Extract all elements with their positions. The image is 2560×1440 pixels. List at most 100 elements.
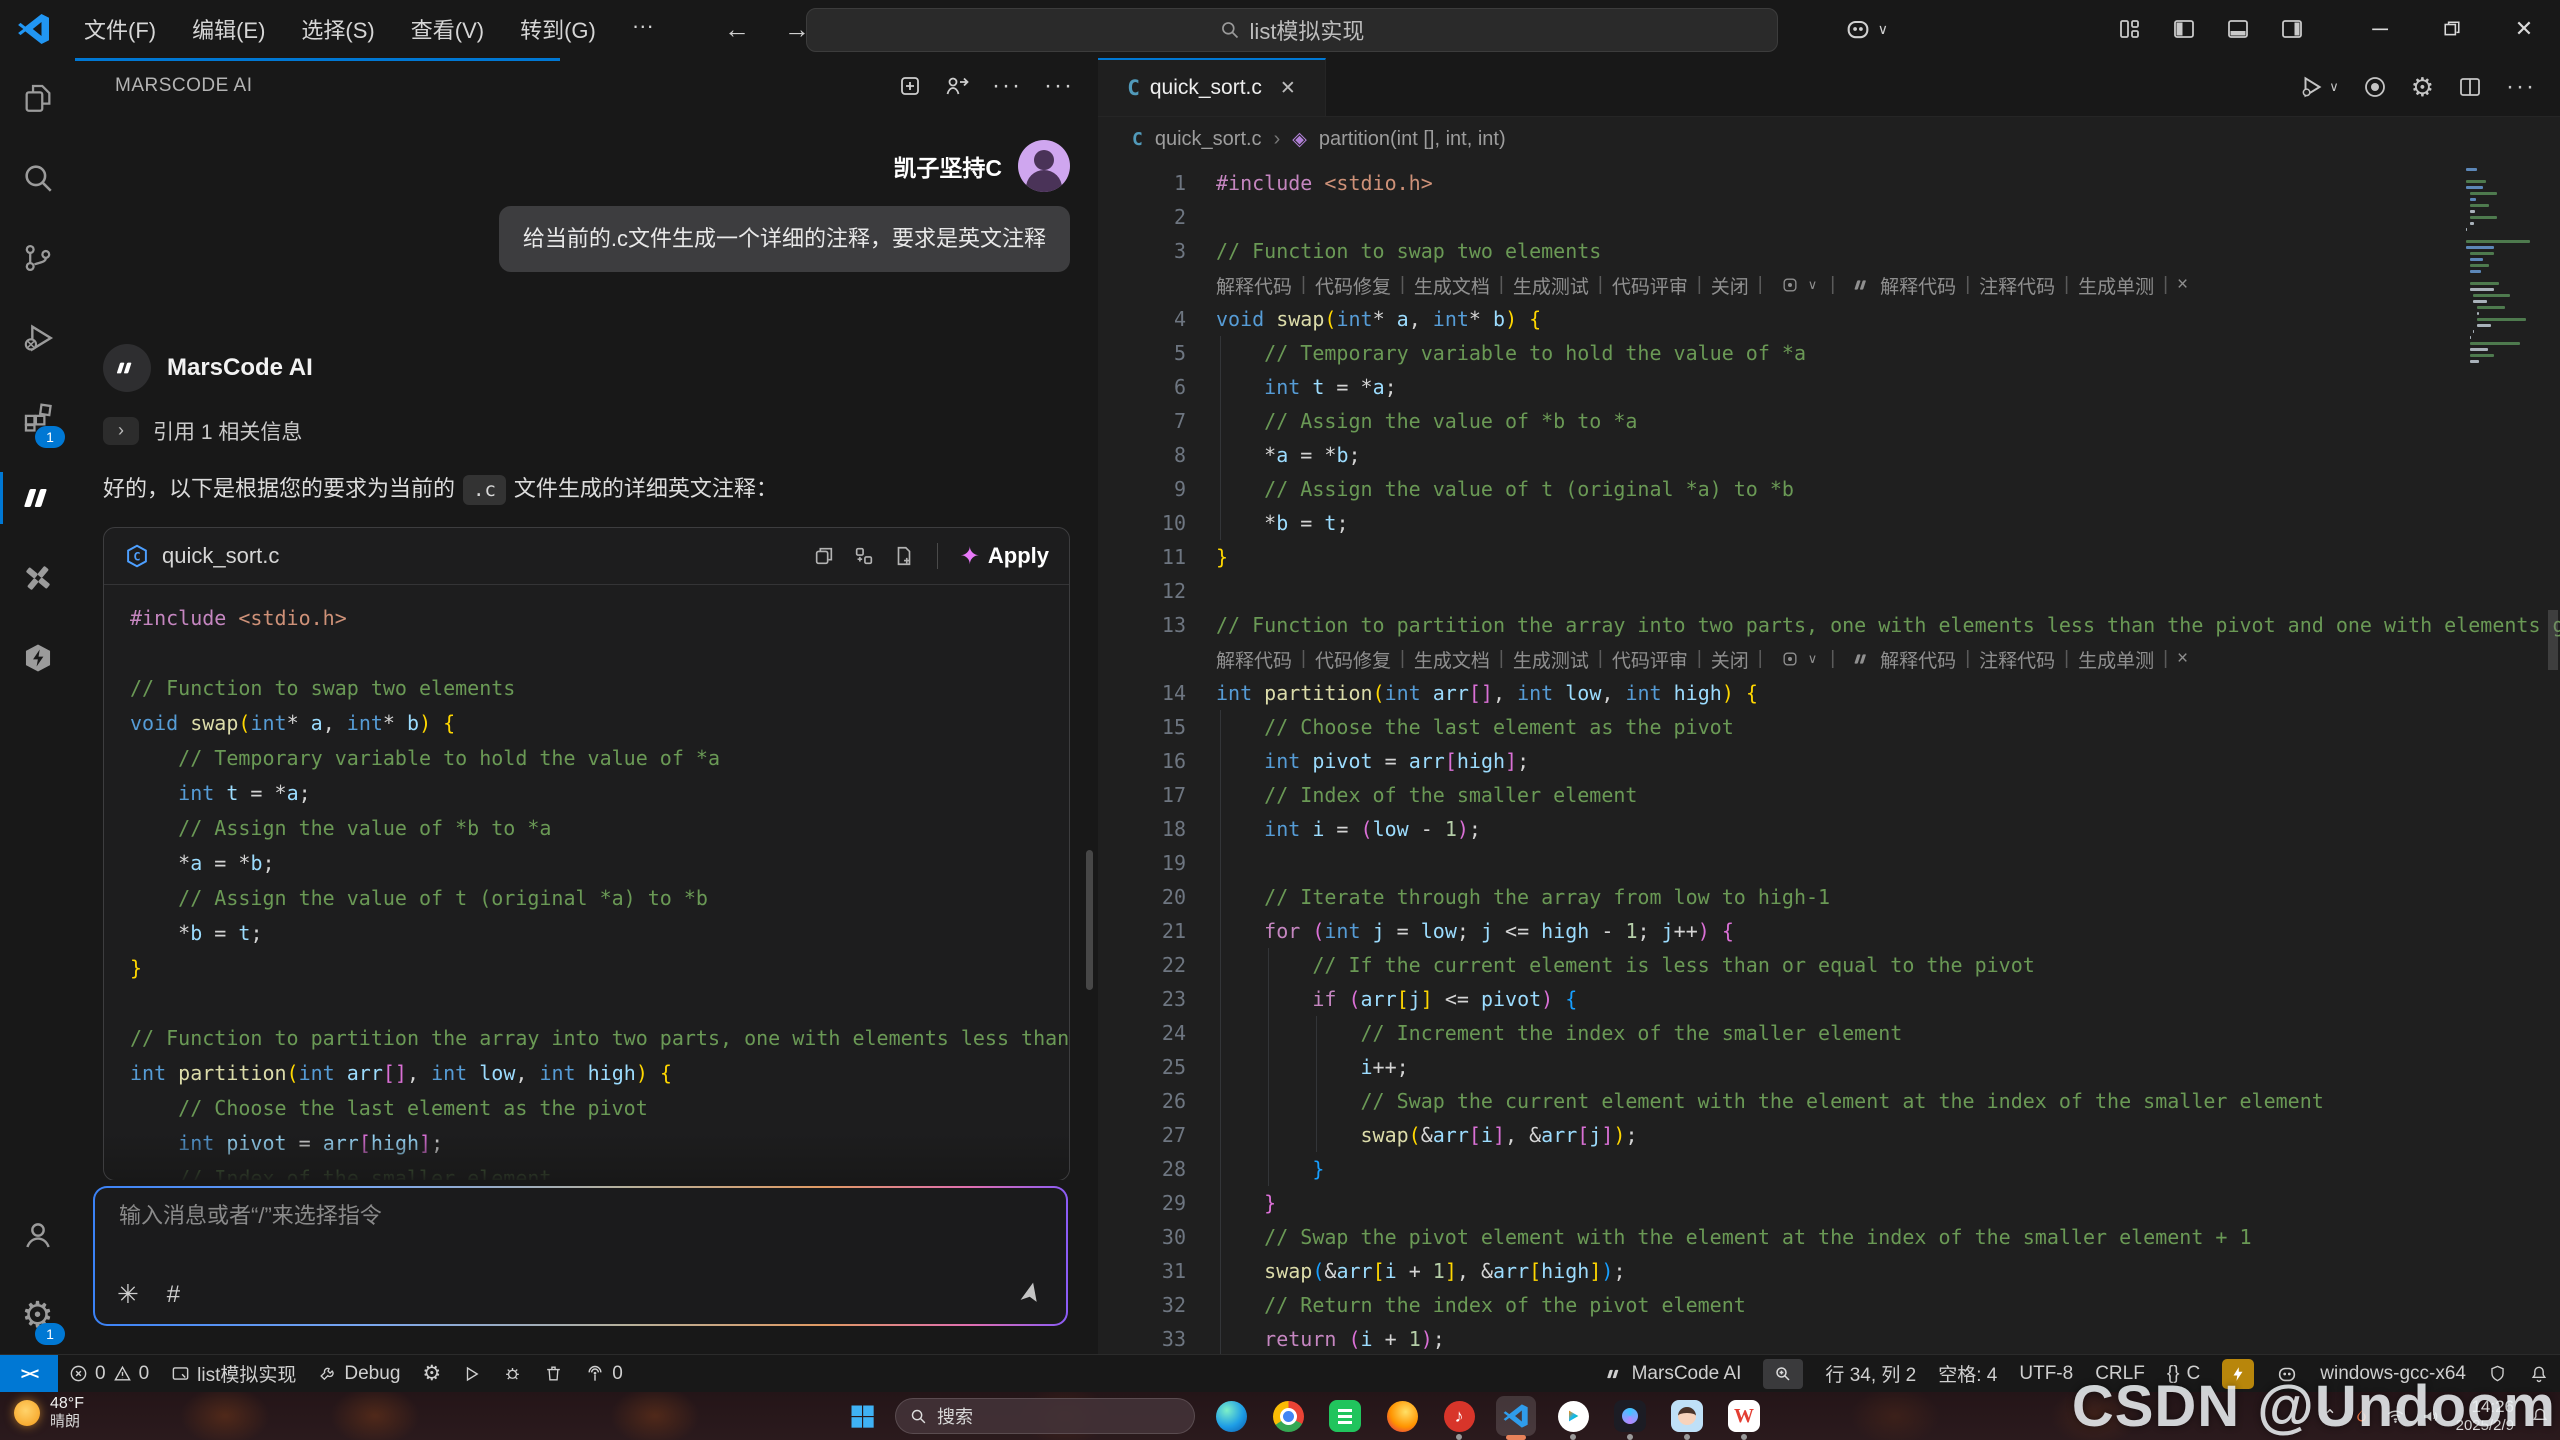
chevron-down-icon[interactable]: ∨ [1808,277,1818,293]
copy-icon[interactable] [813,545,835,567]
menu-item-5[interactable]: ··· [618,9,668,49]
apply-button[interactable]: ✦ Apply [960,542,1049,571]
activity-item-extensions[interactable]: 1 [0,378,75,458]
app-iqiyi[interactable] [1325,1396,1365,1436]
more-actions-icon[interactable]: ··· [992,72,1022,100]
toggle-secondary-sidebar-icon[interactable] [2280,17,2304,41]
minimize-button[interactable]: ─ [2344,0,2416,58]
menu-item-3[interactable]: 查看(V) [397,9,498,49]
codelens-link[interactable]: × [2177,648,2188,670]
app-wps[interactable]: W [1724,1396,1764,1436]
breadcrumb-symbol[interactable]: partition(int [], int, int) [1319,128,1506,151]
codelens-link[interactable]: 解释代码 [1216,272,1292,299]
codelens-link[interactable]: × [2177,274,2188,296]
indentation-status[interactable]: 空格: 4 [1927,1355,2008,1392]
codelens-link[interactable]: 代码评审 [1612,272,1688,299]
codelens-link[interactable]: 注释代码 [1979,272,2055,299]
reference-row[interactable]: › 引用 1 相关信息 [103,416,1070,446]
chevron-down-icon[interactable]: ∨ [1808,651,1818,667]
codelens-link[interactable]: 解释代码 [1216,646,1292,673]
split-editor-icon[interactable] [2458,75,2482,99]
menu-item-4[interactable]: 转到(G) [506,9,610,49]
tray-wifi-icon[interactable] [2386,1407,2405,1426]
notifications-bell-icon[interactable] [2518,1355,2560,1392]
tray-volume-icon[interactable] [2421,1407,2440,1426]
ports-status[interactable]: 0 [574,1355,634,1392]
language-status[interactable]: {} C [2156,1355,2211,1392]
share-chat-icon[interactable] [944,74,970,98]
shield-status-icon[interactable] [2477,1355,2518,1392]
activity-item-account[interactable] [0,1195,75,1275]
new-file-icon[interactable] [893,545,915,567]
tab-close-icon[interactable]: ✕ [1280,77,1296,100]
taskbar-weather[interactable]: 48°F 晴朗 [14,1395,84,1431]
app-avatar[interactable] [1667,1396,1707,1436]
app-netease-music[interactable]: ♪ [1439,1396,1479,1436]
bug-status-icon[interactable] [492,1355,533,1392]
codelens-link[interactable]: 代码评审 [1612,646,1688,673]
codelens-link[interactable]: 生成测试 [1513,272,1589,299]
context-hash-icon[interactable]: # [167,1281,180,1309]
problems-status[interactable]: 0 0 [58,1355,160,1392]
codelens-link[interactable]: 解释代码 [1880,646,1956,673]
copilot-menu[interactable]: ∨ [1844,15,1888,43]
codelens-link[interactable]: 关闭 [1711,646,1749,673]
cursor-position[interactable]: 行 34, 列 2 [1814,1355,1927,1392]
activity-item-search[interactable] [0,138,75,218]
app-tencent-video[interactable] [1553,1396,1593,1436]
codelens-link[interactable]: 生成测试 [1513,646,1589,673]
panel-more-icon[interactable]: ··· [1044,72,1074,100]
tray-bell-icon[interactable] [2530,1406,2550,1426]
tray-flame-icon[interactable] [2353,1408,2370,1425]
breadcrumb-file[interactable]: quick_sort.c [1155,128,1262,151]
codelens-link[interactable]: 解释代码 [1880,272,1956,299]
restore-button[interactable] [2416,0,2488,58]
activity-item-debug[interactable] [0,298,75,378]
codelens-link[interactable]: 生成单测 [2078,272,2154,299]
app-chrome[interactable] [1268,1396,1308,1436]
codelens-link[interactable]: 生成单测 [2078,646,2154,673]
robot-status-icon[interactable] [2265,1355,2309,1392]
start-button[interactable] [845,1399,879,1433]
settings-gear-icon[interactable]: ⚙ [2411,72,2434,103]
app-vscode-active[interactable] [1496,1396,1536,1436]
app-dark-tool[interactable] [1610,1396,1650,1436]
activity-item-settings[interactable]: ⚙1 [0,1275,75,1355]
minimap[interactable] [2466,168,2540,366]
app-edge[interactable] [1211,1396,1251,1436]
activity-item-hexbolt[interactable] [0,618,75,698]
codelens-link[interactable]: 生成文档 [1414,272,1490,299]
activity-item-scm[interactable] [0,218,75,298]
activity-item-marscode[interactable] [0,458,75,538]
tray-chevron-up-icon[interactable]: ⌃ [2323,1406,2336,1426]
insert-code-icon[interactable] [853,545,875,567]
activity-item-explorer[interactable] [0,58,75,138]
codelens-link[interactable]: 关闭 [1711,272,1749,299]
toggle-panel-icon[interactable] [2226,17,2250,41]
run-debug-button[interactable]: ∨ [2299,74,2339,100]
send-icon[interactable] [1016,1282,1042,1308]
codelens-link[interactable]: 生成文档 [1414,646,1490,673]
zoom-status[interactable] [1752,1355,1814,1392]
run-status-icon[interactable] [452,1355,492,1392]
back-icon[interactable]: ← [724,14,750,45]
marscode-status[interactable]: MarsCode AI [1594,1355,1753,1392]
breadcrumb[interactable]: C quick_sort.c › ◈ partition(int [], int… [1098,117,2560,161]
chat-scrollbar[interactable] [1086,850,1093,990]
encoding-status[interactable]: UTF-8 [2008,1355,2084,1392]
platform-status[interactable]: windows-gcc-x64 [2309,1355,2477,1392]
customize-layout-icon[interactable] [2118,17,2142,41]
remote-indicator[interactable]: >< [0,1355,58,1392]
extension-logo-icon[interactable] [2363,75,2387,99]
toggle-sidebar-icon[interactable] [2172,17,2196,41]
chat-input[interactable] [117,1202,1044,1230]
tray-clock[interactable]: 14:26 2025/2/9 [2456,1397,2514,1435]
command-center-search[interactable]: list模拟实现 [806,8,1778,52]
codelens-link[interactable]: 代码修复 [1315,646,1391,673]
chat-scroll-area[interactable]: 凯子坚持C 给当前的.c文件生成一个详细的注释，要求是英文注释 MarsCode… [75,114,1098,1180]
trash-status-icon[interactable] [533,1355,574,1392]
taskbar-search[interactable]: 搜索 [895,1398,1195,1434]
close-button[interactable]: ✕ [2488,0,2560,58]
editor-scrollbar[interactable] [2548,610,2558,670]
plugin-yellow-status[interactable] [2211,1355,2265,1392]
